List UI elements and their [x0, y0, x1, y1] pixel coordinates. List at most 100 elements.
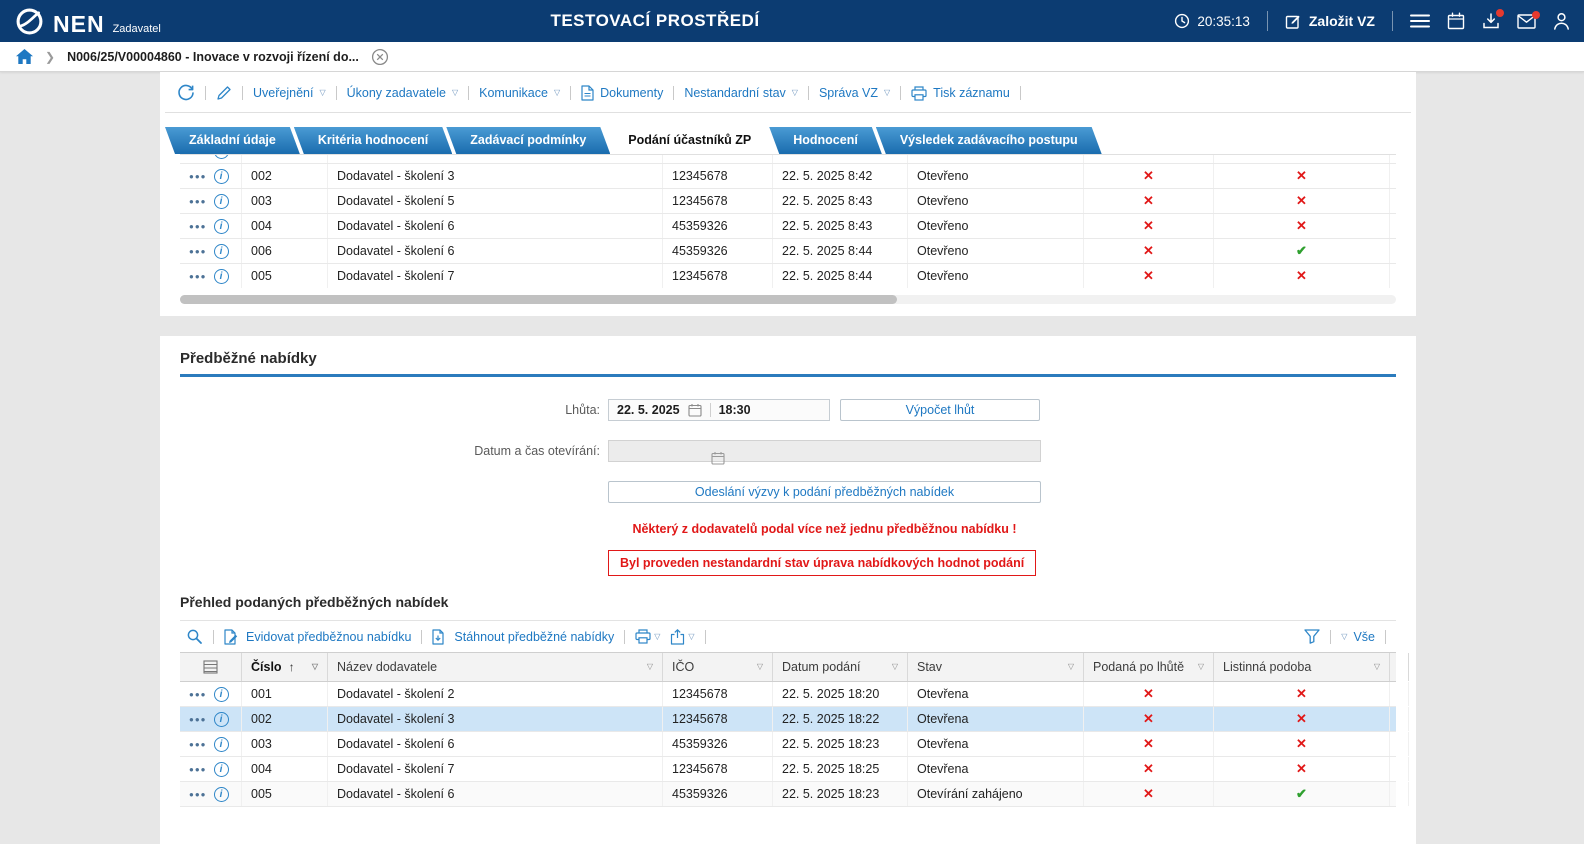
table-row[interactable]: ●●●i 005 Dodavatel - školení 6 45359326 … [180, 782, 1396, 807]
header-cislo[interactable]: Číslo ↑ ▽ [242, 653, 328, 681]
chevron-down-icon[interactable]: ▽ [757, 663, 763, 671]
header-datum-podani[interactable]: Datum podání▽ [773, 653, 908, 681]
document-icon [581, 85, 594, 101]
info-icon[interactable]: i [214, 712, 229, 727]
calendar-icon[interactable] [688, 403, 702, 417]
table-row[interactable]: ●●●i 004 Dodavatel - školení 6 45359326 … [180, 214, 1396, 239]
tab-podani-ucastniku-zp[interactable]: Podání účastníků ZP [604, 127, 775, 154]
cell-cislo: 003 [242, 732, 328, 756]
info-icon[interactable]: i [214, 762, 229, 777]
downloads-icon[interactable] [1482, 12, 1500, 30]
odeslani-vyzvy-button[interactable]: Odeslání výzvy k podání předběžných nabí… [608, 481, 1041, 503]
chevron-down-icon[interactable]: ▽ [312, 663, 318, 671]
lhuta-date-value[interactable]: 22. 5. 2025 [617, 403, 680, 417]
chevron-down-icon[interactable]: ▽ [1374, 663, 1380, 671]
lhuta-time-value[interactable]: 18:30 [719, 403, 751, 417]
header-stav[interactable]: Stav▽ [908, 653, 1084, 681]
user-profile-icon[interactable] [1553, 12, 1570, 30]
scrollbar-thumb[interactable] [180, 295, 897, 304]
calendar-icon[interactable] [1447, 12, 1465, 30]
document-download-icon [432, 629, 448, 645]
home-icon[interactable] [16, 49, 33, 64]
print-grid-icon[interactable]: ▽ [635, 629, 660, 644]
menu-dokumenty[interactable]: Dokumenty [581, 85, 663, 101]
chevron-down-icon[interactable]: ▽ [1068, 663, 1074, 671]
vypocet-lhut-button[interactable]: Výpočet lhůt [840, 399, 1040, 421]
row-menu-icon[interactable]: ●●● [189, 154, 207, 156]
header-listinna-podoba[interactable]: Listinná podoba▽ [1214, 653, 1390, 681]
menu-nestandardni-stav[interactable]: Nestandardní stav▽ [684, 86, 798, 100]
table-row[interactable]: ●●●i 002 Dodavatel - školení 3 12345678 … [180, 164, 1396, 189]
edit-record-icon[interactable] [216, 85, 232, 101]
info-icon[interactable]: i [214, 269, 229, 284]
row-menu-icon[interactable]: ●●● [189, 715, 207, 724]
info-icon[interactable]: i [214, 244, 229, 259]
create-vz-button[interactable]: Založit VZ [1285, 13, 1375, 30]
menu-tisk-zaznamu[interactable]: Tisk záznamu [911, 86, 1010, 101]
cell-stav: Otevřeno [908, 239, 1084, 263]
info-icon[interactable]: i [214, 194, 229, 209]
clock-icon [1174, 13, 1190, 29]
cell-nazev-dodavatele: Dodavatel - školení 7 [328, 264, 663, 288]
lhuta-datetime-input[interactable]: 22. 5. 2025 18:30 [608, 399, 830, 421]
info-icon[interactable]: i [214, 169, 229, 184]
table-row[interactable]: ●●●i 001 Dodavatel - školení 2 12345678 … [180, 154, 1396, 164]
chevron-down-icon[interactable]: ▽ [688, 633, 694, 641]
evidovat-nabidku-button[interactable]: Evidovat předběžnou nabídku [224, 629, 411, 645]
chevron-down-icon[interactable]: ▽ [1198, 663, 1204, 671]
row-menu-icon[interactable]: ●●● [189, 740, 207, 749]
tab-kriteria-hodnoceni[interactable]: Kritéria hodnocení [294, 127, 452, 154]
chevron-down-icon[interactable]: ▽ [892, 663, 898, 671]
table-row[interactable]: ●●●i 003 Dodavatel - školení 6 45359326 … [180, 732, 1396, 757]
row-menu-icon[interactable]: ●●● [189, 272, 207, 281]
row-menu-icon[interactable]: ●●● [189, 247, 207, 256]
menu-uverejneni[interactable]: Uveřejnění▽ [253, 86, 326, 100]
notification-badge [1496, 9, 1504, 17]
header-ico[interactable]: IČO▽ [663, 653, 773, 681]
menu-sprava-vz[interactable]: Správa VZ▽ [819, 86, 890, 100]
row-menu-icon[interactable]: ●●● [189, 690, 207, 699]
chevron-down-icon[interactable]: ▽ [647, 663, 653, 671]
nen-brand[interactable]: NEN Zadavatel [14, 6, 161, 37]
table-row-selected[interactable]: ●●●i 002 Dodavatel - školení 3 12345678 … [180, 707, 1396, 732]
info-icon[interactable]: i [214, 154, 229, 159]
chevron-down-icon: ▽ [554, 89, 560, 97]
search-icon[interactable] [186, 628, 203, 645]
column-settings-icon[interactable] [180, 653, 242, 681]
info-icon[interactable]: i [214, 737, 229, 752]
cell-nazev-dodavatele: Dodavatel - školení 7 [328, 757, 663, 781]
row-menu-icon[interactable]: ●●● [189, 222, 207, 231]
close-record-icon[interactable] [371, 48, 389, 66]
tab-zakladni-udaje[interactable]: Základní údaje [165, 127, 300, 154]
nonstandard-state-warning: Byl proveden nestandardní stav úprava na… [608, 550, 1036, 576]
info-icon[interactable]: i [214, 219, 229, 234]
table-row[interactable]: ●●●i 001 Dodavatel - školení 2 12345678 … [180, 682, 1396, 707]
table-row[interactable]: ●●●i 006 Dodavatel - školení 6 45359326 … [180, 239, 1396, 264]
menu-ukony-zadavatele[interactable]: Úkony zadavatele▽ [347, 86, 459, 100]
row-menu-icon[interactable]: ●●● [189, 790, 207, 799]
header-nazev-dodavatele[interactable]: Název dodavatele▽ [328, 653, 663, 681]
breadcrumb-item[interactable]: N006/25/V00004860 - Inovace v rozvoji ří… [67, 50, 359, 64]
info-icon[interactable]: i [214, 687, 229, 702]
chevron-down-icon[interactable]: ▽ [654, 633, 660, 641]
horizontal-scrollbar[interactable] [180, 295, 1396, 304]
tab-zadavaci-podminky[interactable]: Zadávací podmínky [446, 127, 610, 154]
filter-icon[interactable] [1304, 629, 1320, 644]
menu-komunikace[interactable]: Komunikace▽ [479, 86, 560, 100]
info-icon[interactable]: i [214, 787, 229, 802]
table-row[interactable]: ●●●i 005 Dodavatel - školení 7 12345678 … [180, 264, 1396, 288]
filter-preset-vse[interactable]: ▽ Vše [1341, 630, 1375, 644]
menu-hamburger-icon[interactable] [1410, 13, 1430, 29]
header-podana-po-lhute[interactable]: Podaná po lhůtě▽ [1084, 653, 1214, 681]
row-menu-icon[interactable]: ●●● [189, 197, 207, 206]
table-row[interactable]: ●●●i 003 Dodavatel - školení 5 12345678 … [180, 189, 1396, 214]
stahnout-nabidky-button[interactable]: Stáhnout předběžné nabídky [432, 629, 614, 645]
table-row[interactable]: ●●●i 004 Dodavatel - školení 7 12345678 … [180, 757, 1396, 782]
row-menu-icon[interactable]: ●●● [189, 765, 207, 774]
row-menu-icon[interactable]: ●●● [189, 172, 207, 181]
messages-icon[interactable] [1517, 14, 1536, 29]
export-icon[interactable]: ▽ [670, 629, 694, 645]
tab-hodnoceni[interactable]: Hodnocení [769, 127, 882, 154]
history-icon[interactable] [177, 84, 195, 102]
tab-vysledek-zadavaciho-postupu[interactable]: Výsledek zadávacího postupu [876, 127, 1102, 154]
